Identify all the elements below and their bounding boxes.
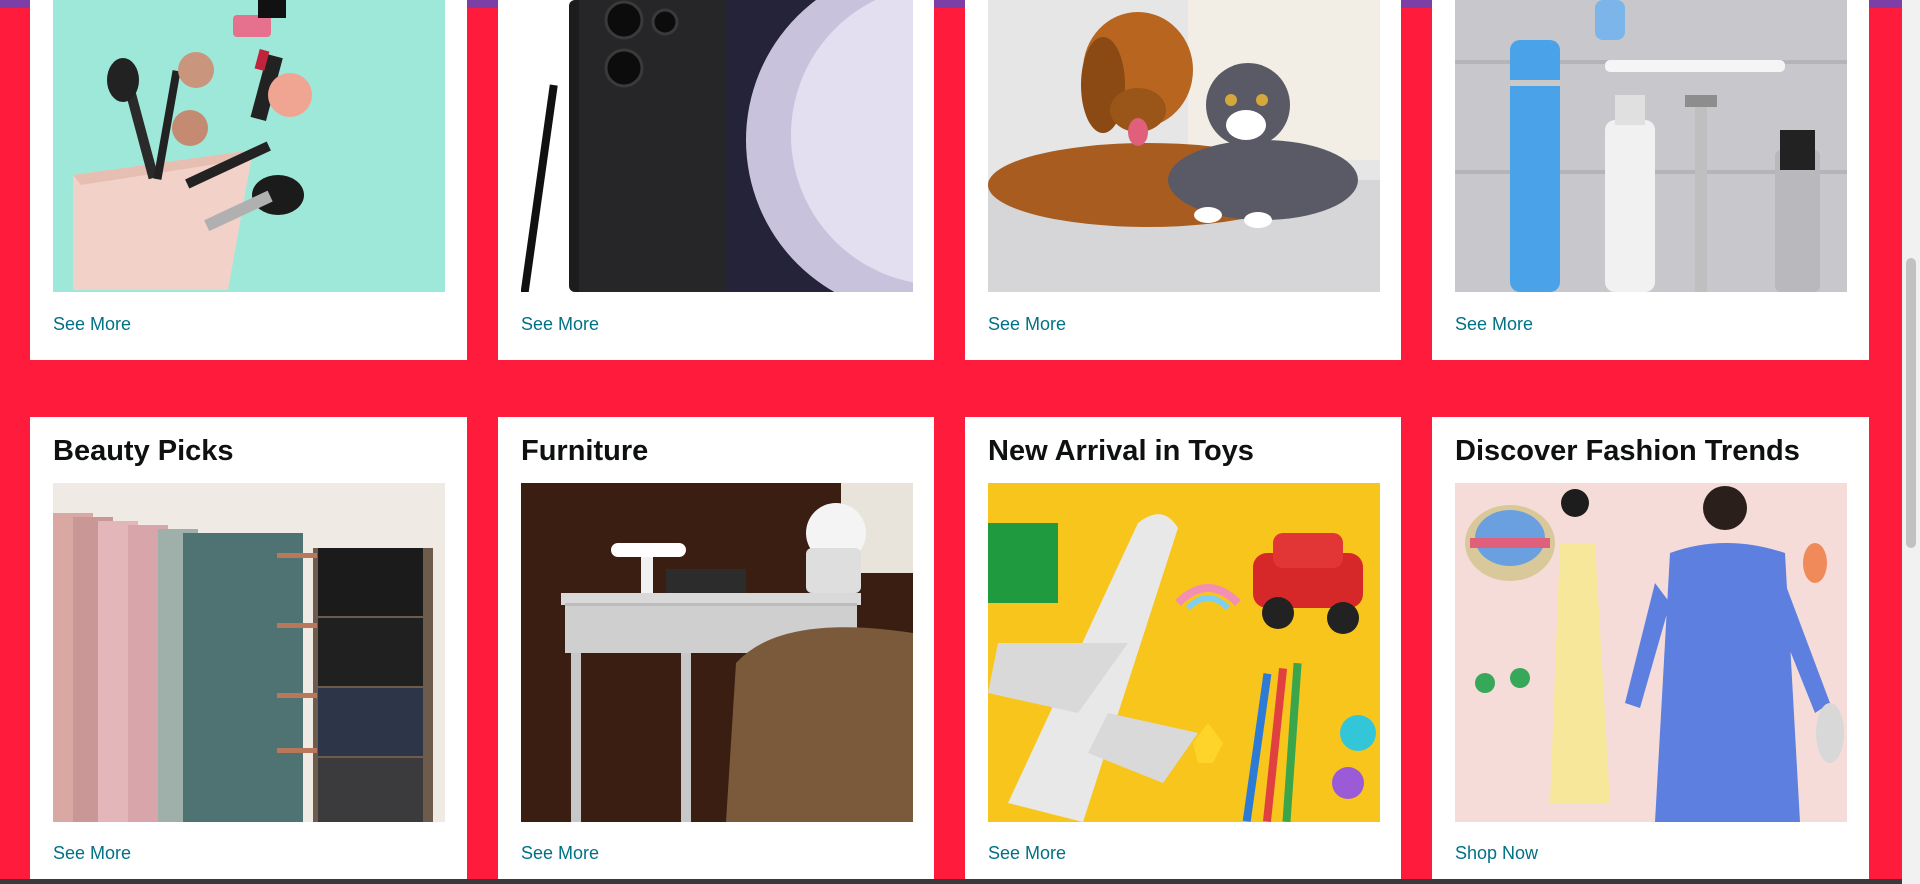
category-card-phones: See More — [498, 0, 934, 360]
shop-now-link[interactable]: Shop Now — [1455, 843, 1538, 864]
category-card-fashion: Discover Fashion Trends Shop Now — [1432, 417, 1869, 879]
card-title: Discover Fashion Trends — [1455, 435, 1800, 467]
see-more-link[interactable]: See More — [521, 843, 599, 864]
category-card-personal-care: See More — [1432, 0, 1869, 360]
see-more-link[interactable]: See More — [988, 314, 1066, 335]
category-card-beauty-picks: Beauty Picks See More — [30, 417, 467, 879]
dog-and-cat-image[interactable] — [988, 0, 1380, 292]
bottom-edge-bar — [0, 879, 1920, 884]
toys-image[interactable] — [988, 483, 1380, 822]
vertical-scrollbar[interactable] — [1902, 0, 1920, 884]
category-card-beauty-tools: See More — [30, 0, 467, 360]
see-more-link[interactable]: See More — [521, 314, 599, 335]
card-title: Furniture — [521, 435, 649, 467]
toiletries-image[interactable] — [1455, 0, 1847, 292]
see-more-link[interactable]: See More — [53, 843, 131, 864]
see-more-link[interactable]: See More — [1455, 314, 1533, 335]
makeup-products-image[interactable] — [53, 0, 445, 292]
see-more-link[interactable]: See More — [53, 314, 131, 335]
scrollbar-thumb[interactable] — [1906, 258, 1916, 548]
category-card-furniture: Furniture See More — [498, 417, 934, 879]
fashion-models-image[interactable] — [1455, 483, 1847, 822]
card-title: Beauty Picks — [53, 435, 234, 467]
category-card-toys: New Arrival in Toys See More — [965, 417, 1401, 879]
samsung-phone-image[interactable] — [521, 0, 913, 292]
see-more-link[interactable]: See More — [988, 843, 1066, 864]
pastel-towels-image[interactable] — [53, 483, 445, 822]
category-card-pets: See More — [965, 0, 1401, 360]
desk-and-chair-image[interactable] — [521, 483, 913, 822]
card-title: New Arrival in Toys — [988, 435, 1254, 467]
